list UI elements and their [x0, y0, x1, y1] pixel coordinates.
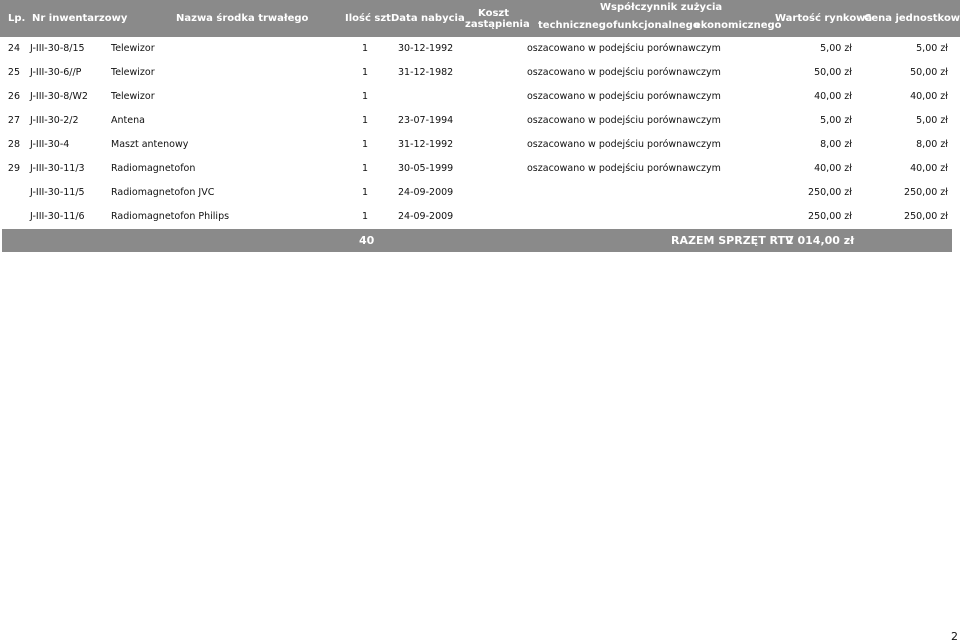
cell-lp: 28 — [7, 139, 20, 150]
cell-ilosc: 1 — [362, 43, 369, 54]
cell-nazwa: Radiomagnetofon Philips — [111, 211, 230, 222]
cell-nr: J-III-30-4 — [30, 139, 70, 150]
cell-metoda: oszacowano w podejściu porównawczym — [527, 67, 721, 78]
cell-nazwa: Radiomagnetofon — [111, 163, 196, 174]
header-cena-jednostkowa: Cena jednostkowa — [864, 13, 960, 24]
table-row: 24 J-III-30-8/15 Telewizor 1 30-12-1992 … — [0, 43, 960, 59]
header-nazwa: Nazwa środka trwałego — [176, 13, 309, 24]
table-row: 28 J-III-30-4 Maszt antenowy 1 31-12-199… — [0, 139, 960, 155]
cell-ilosc: 1 — [362, 115, 369, 126]
cell-data: 24-09-2009 — [398, 187, 454, 198]
cell-ilosc: 1 — [362, 91, 369, 102]
cell-ilosc: 1 — [362, 67, 369, 78]
header-ekonomicznego: ekonomicznego — [694, 20, 782, 31]
table-row: J-III-30-11/5 Radiomagnetofon JVC 1 24-0… — [0, 187, 960, 203]
cell-data: 30-12-1992 — [398, 43, 454, 54]
cell-lp: 26 — [7, 91, 20, 102]
table-header: Lp. Nr inwentarzowy Nazwa środka trwałeg… — [0, 0, 960, 37]
cell-metoda: oszacowano w podejściu porównawczym — [527, 139, 721, 150]
table-row: J-III-30-11/6 Radiomagnetofon Philips 1 … — [0, 211, 960, 227]
cell-nazwa: Telewizor — [111, 43, 155, 54]
cell-wartosc: 40,00 zł — [814, 163, 852, 174]
table-row: 26 J-III-30-8/W2 Telewizor 1 oszacowano … — [0, 91, 960, 107]
cell-cena: 250,00 zł — [904, 187, 948, 198]
header-data-nabycia: Data nabycia — [391, 13, 465, 24]
cell-nr: J-III-30-8/W2 — [30, 91, 88, 102]
cell-nazwa: Telewizor — [111, 91, 155, 102]
cell-wartosc: 250,00 zł — [808, 187, 852, 198]
cell-wartosc: 250,00 zł — [808, 211, 852, 222]
header-wspolczynnik: Współczynnik zużycia — [600, 2, 723, 13]
header-koszt-line1: Koszt — [478, 8, 509, 19]
header-lp: Lp. — [8, 13, 26, 24]
cell-metoda: oszacowano w podejściu porównawczym — [527, 163, 721, 174]
cell-cena: 5,00 zł — [916, 115, 948, 126]
header-funkcjonalnego: funkcjonalnego — [613, 20, 700, 31]
cell-ilosc: 1 — [362, 187, 369, 198]
cell-nr: J-III-30-8/15 — [30, 43, 85, 54]
cell-metoda: oszacowano w podejściu porównawczym — [527, 115, 721, 126]
totals-sum: 2 014,00 zł — [786, 234, 855, 247]
totals-label: RAZEM SPRZĘT RTV — [671, 234, 794, 247]
cell-data: 31-12-1982 — [398, 67, 454, 78]
header-koszt-line2: zastąpienia — [465, 19, 530, 30]
cell-ilosc: 1 — [362, 139, 369, 150]
cell-lp: 27 — [7, 115, 20, 126]
table-row: 29 J-III-30-11/3 Radiomagnetofon 1 30-05… — [0, 163, 960, 179]
totals-row: 40 RAZEM SPRZĘT RTV 2 014,00 zł — [2, 229, 952, 252]
cell-data: 30-05-1999 — [398, 163, 454, 174]
cell-data: 23-07-1994 — [398, 115, 454, 126]
cell-cena: 5,00 zł — [916, 43, 948, 54]
page-number: 2 — [951, 630, 958, 643]
cell-ilosc: 1 — [362, 163, 369, 174]
cell-cena: 8,00 zł — [916, 139, 948, 150]
cell-nazwa: Telewizor — [111, 67, 155, 78]
cell-cena: 40,00 zł — [910, 163, 948, 174]
cell-cena: 250,00 zł — [904, 211, 948, 222]
cell-lp: 25 — [7, 67, 20, 78]
table-row: 27 J-III-30-2/2 Antena 1 23-07-1994 osza… — [0, 115, 960, 131]
cell-nazwa: Maszt antenowy — [111, 139, 189, 150]
cell-cena: 50,00 zł — [910, 67, 948, 78]
cell-metoda: oszacowano w podejściu porównawczym — [527, 43, 721, 54]
cell-wartosc: 50,00 zł — [814, 67, 852, 78]
totals-quantity: 40 — [359, 234, 375, 247]
cell-nr: J-III-30-11/5 — [30, 187, 85, 198]
cell-lp: 24 — [7, 43, 20, 54]
header-wartosc-rynkowa: Wartość rynkowa — [775, 13, 873, 24]
cell-nazwa: Radiomagnetofon JVC — [111, 187, 215, 198]
cell-data: 24-09-2009 — [398, 211, 454, 222]
cell-metoda: oszacowano w podejściu porównawczym — [527, 91, 721, 102]
cell-nr: J-III-30-6//P — [30, 67, 82, 78]
header-technicznego: technicznego — [538, 20, 613, 31]
cell-cena: 40,00 zł — [910, 91, 948, 102]
cell-nr: J-III-30-2/2 — [30, 115, 79, 126]
cell-wartosc: 5,00 zł — [820, 115, 852, 126]
table-row: 25 J-III-30-6//P Telewizor 1 31-12-1982 … — [0, 67, 960, 83]
cell-lp: 29 — [7, 163, 20, 174]
cell-wartosc: 5,00 zł — [820, 43, 852, 54]
cell-data: 31-12-1992 — [398, 139, 454, 150]
cell-ilosc: 1 — [362, 211, 369, 222]
cell-wartosc: 40,00 zł — [814, 91, 852, 102]
cell-nazwa: Antena — [111, 115, 145, 126]
cell-nr: J-III-30-11/6 — [30, 211, 85, 222]
header-nr-inwentarzowy: Nr inwentarzowy — [32, 13, 128, 24]
cell-nr: J-III-30-11/3 — [30, 163, 85, 174]
cell-wartosc: 8,00 zł — [820, 139, 852, 150]
header-ilosc: Ilość szt. — [345, 13, 395, 24]
